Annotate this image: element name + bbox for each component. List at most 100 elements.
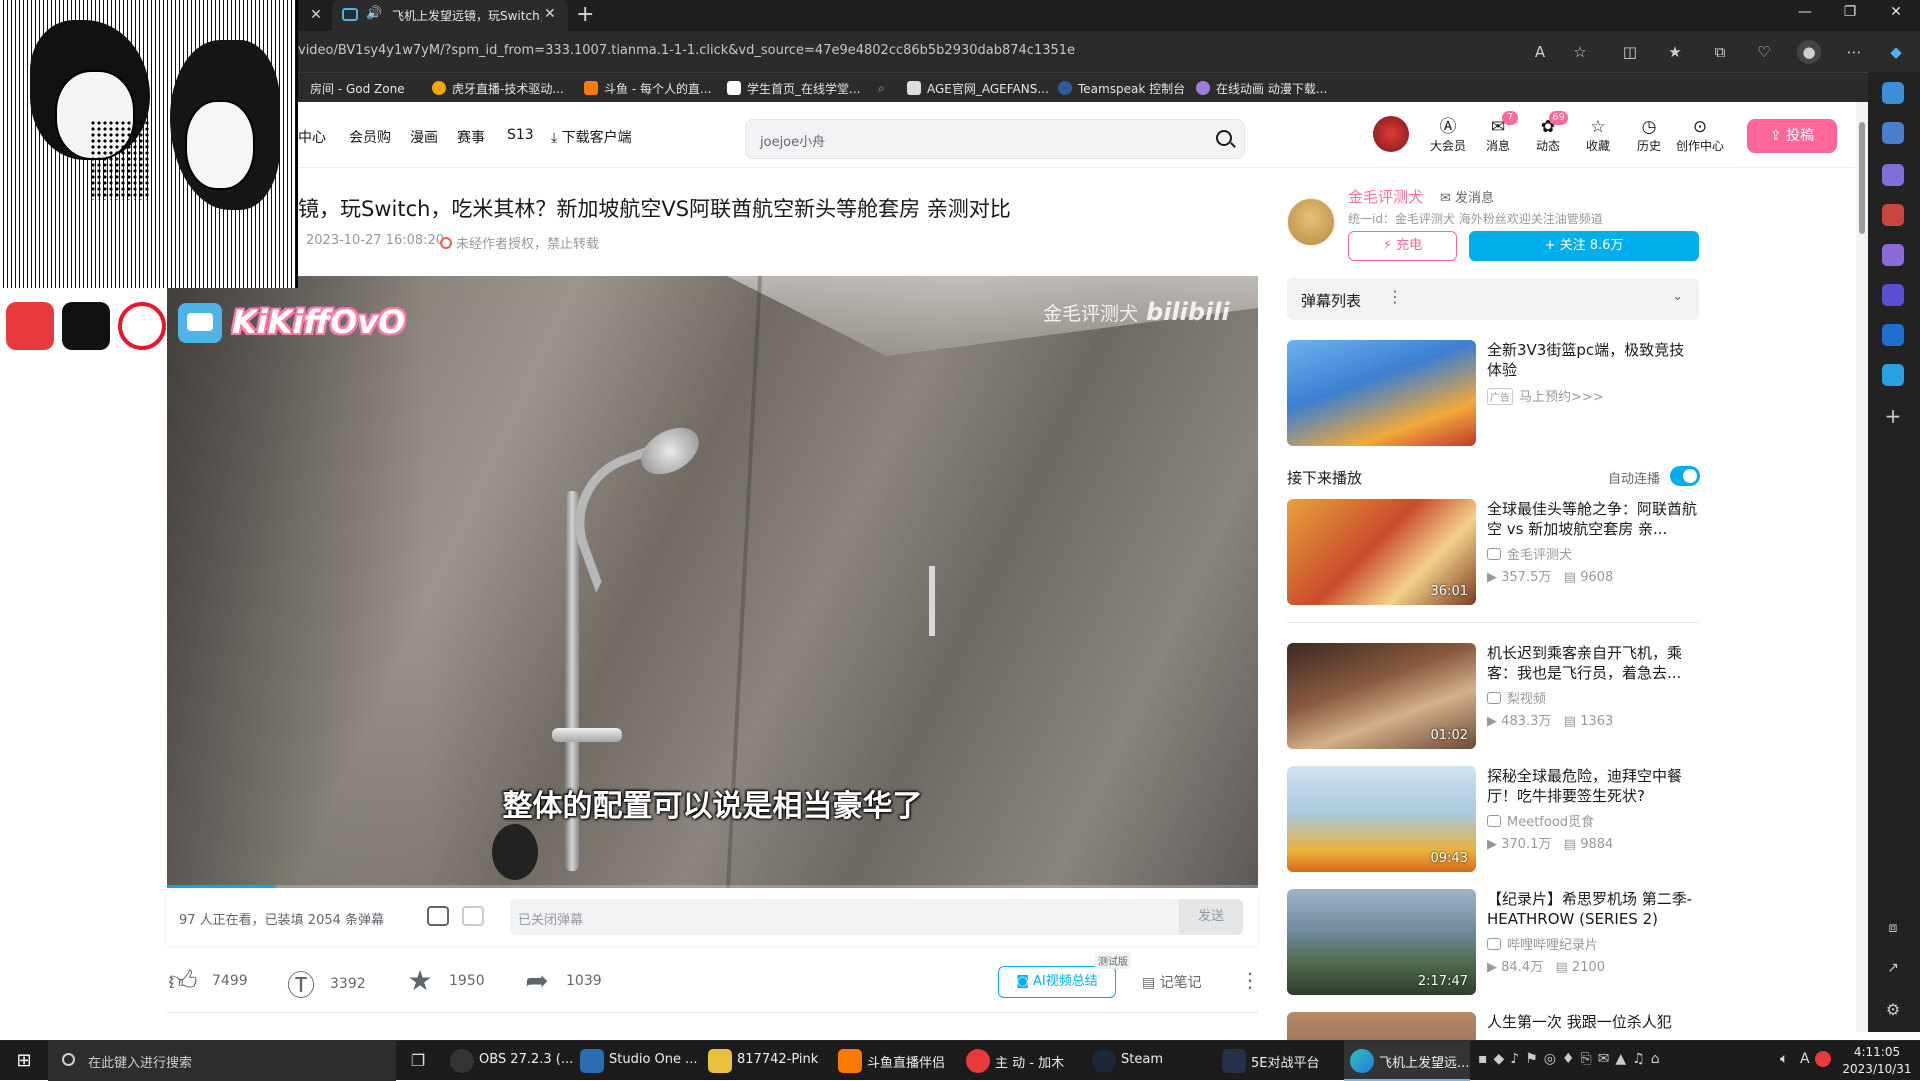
charge-button[interactable]: ⚡ 充电 (1348, 231, 1457, 261)
taskbar-clock[interactable]: 4:11:05 2023/10/31 (1834, 1044, 1920, 1078)
bookmark-search-item[interactable]: ⌕ (878, 79, 885, 97)
ai-summary-button[interactable]: ◙ AI视频总结 (998, 966, 1116, 998)
share-button[interactable]: ➦ 1039 (522, 964, 601, 997)
autoplay-toggle[interactable] (1670, 466, 1700, 486)
close-tab-icon[interactable]: ✕ (306, 5, 326, 25)
search-box[interactable]: joejoe小舟 (745, 119, 1245, 159)
danmaku-settings-icon[interactable] (462, 906, 484, 926)
taskbar-app[interactable]: 飞机上发望远... (1379, 1052, 1469, 1071)
download-client-link[interactable]: ⤓ 下载客户端 (551, 127, 632, 147)
taskbar-app[interactable]: 主 动 - 加木 (995, 1052, 1064, 1071)
collections-icon[interactable]: ⧉ (1708, 40, 1732, 64)
follow-button[interactable]: + 关注 8.6万 (1469, 231, 1699, 261)
favorites-entry[interactable]: ☆ 收藏 (1576, 117, 1620, 154)
user-avatar[interactable] (1373, 116, 1409, 152)
nav-item[interactable]: 中心 (298, 127, 326, 147)
video-author[interactable]: 梨视频 (1487, 688, 1546, 707)
video-thumbnail[interactable]: 09:43 (1287, 766, 1476, 872)
ad-cta[interactable]: 马上预约>>> (1519, 390, 1604, 405)
recommend-card[interactable]: 01:02 机长迟到乘客亲自开飞机，乘客：我也是飞行员，着急去... 梨视频 ▶… (1287, 643, 1699, 751)
gear-icon[interactable]: ⚙ (1882, 1000, 1904, 1022)
note-button[interactable]: ▤ 记笔记 (1142, 972, 1202, 992)
split-screen-icon[interactable]: ◫ (1618, 40, 1642, 64)
dynamics-entry[interactable]: ✿ 动态 69 (1526, 111, 1570, 154)
active-tab[interactable]: 🔊 飞机上发望远镜，玩Switch， ✕ (332, 0, 568, 31)
upload-button[interactable]: ⇪ 投稿 (1747, 119, 1837, 153)
more-actions-icon[interactable]: ⋮ (1240, 968, 1260, 992)
video-author[interactable]: Meetfood觅食 (1487, 811, 1594, 830)
video-title[interactable]: 全球最佳头等舱之争：阿联酋航空 vs 新加坡航空套房 亲... (1487, 499, 1699, 539)
bookmark-item[interactable]: 斗鱼 - 每个人的直... (584, 79, 711, 97)
video-title[interactable]: 探秘全球最危险，迪拜空中餐厅！吃牛排要签生死状? (1487, 766, 1699, 806)
read-aloud-icon[interactable]: A (1528, 40, 1552, 64)
video-title[interactable]: 【纪录片】希思罗机场 第二季-HEATHROW (SERIES 2) (1487, 889, 1699, 929)
danmaku-list-panel[interactable]: 弹幕列表 ⋮ ⌄ (1287, 278, 1699, 320)
coin-button[interactable]: Ⓣ 3392 (286, 964, 366, 1004)
open-external-icon[interactable]: ↗ (1882, 960, 1904, 982)
bookmark-item[interactable]: Teamspeak 控制台 (1058, 79, 1185, 97)
new-tab-button[interactable]: + (576, 2, 594, 27)
danmaku-input[interactable]: 已关闭弹幕 发送 (510, 899, 1243, 935)
input-method-icon[interactable]: A (1800, 1051, 1810, 1067)
video-author[interactable]: 哔哩哔哩纪录片 (1487, 934, 1598, 953)
browser-essentials-icon[interactable]: ♡ (1752, 40, 1776, 64)
messages-entry[interactable]: ✉ 消息 7 (1476, 111, 1520, 154)
nav-item[interactable]: 会员购 (349, 127, 391, 147)
send-icon[interactable] (1882, 364, 1904, 386)
system-tray-icons[interactable]: ▪◆♪⚑◎♦⎘✉▲♫⌂ (1478, 1051, 1666, 1067)
taskbar-app[interactable]: Studio One ... (609, 1052, 698, 1067)
maximize-button[interactable]: ❐ (1830, 4, 1870, 20)
video-thumbnail[interactable]: 01:02 (1287, 643, 1476, 749)
taskbar-app[interactable]: 817742-Pink (737, 1052, 818, 1067)
profile-avatar-icon[interactable]: ● (1797, 40, 1821, 64)
taskbar-app[interactable]: OBS 27.2.3 (... (479, 1052, 573, 1067)
minimize-button[interactable]: — (1785, 4, 1825, 20)
close-tab-icon[interactable]: ✕ (544, 6, 556, 22)
outlook-icon[interactable] (1882, 324, 1904, 346)
recommend-card[interactable]: 2:17:47 【纪录片】希思罗机场 第二季-HEATHROW (SERIES … (1287, 889, 1699, 997)
video-thumbnail[interactable]: 36:01 (1287, 499, 1476, 605)
danmaku-toggle-icon[interactable] (427, 906, 449, 926)
uploader-name[interactable]: 金毛评测犬 (1348, 186, 1423, 207)
uploader-avatar[interactable] (1287, 198, 1335, 246)
ad-title[interactable]: 全新3V3街篮pc端，极致竞技体验 (1487, 340, 1699, 380)
history-entry[interactable]: ◷ 历史 (1627, 117, 1671, 154)
antivirus-icon[interactable] (1815, 1051, 1831, 1067)
nav-item[interactable]: 赛事 (457, 127, 485, 147)
bookmark-item[interactable]: AGE官网_AGEFANS... (907, 79, 1049, 97)
taskbar-app[interactable]: 5E对战平台 (1251, 1052, 1320, 1071)
more-menu-icon[interactable]: ⋯ (1842, 40, 1866, 64)
close-window-button[interactable]: ✕ (1876, 4, 1916, 20)
bell-icon[interactable] (1882, 82, 1904, 104)
bookmark-item[interactable]: 学生首页_在线学堂... (727, 79, 860, 97)
recommend-card[interactable]: 36:01 全球最佳头等舱之争：阿联酋航空 vs 新加坡航空套房 亲... 金毛… (1287, 499, 1699, 607)
scrollbar-thumb[interactable] (1859, 122, 1865, 234)
video-title[interactable]: 机长迟到乘客亲自开飞机，乘客：我也是飞行员，着急去... (1487, 643, 1699, 683)
task-view-icon[interactable]: ❐ (406, 1049, 430, 1073)
games-icon[interactable] (1882, 244, 1904, 266)
copilot-sidebar-icon[interactable] (1882, 284, 1904, 306)
ad-card[interactable]: 全新3V3街篮pc端，极致竞技体验 广告 马上预约>>> (1287, 340, 1699, 448)
chevron-down-icon[interactable]: ⌄ (1672, 289, 1683, 304)
taskbar-app[interactable]: 斗鱼直播伴侣 (867, 1052, 945, 1071)
bookmark-item[interactable]: 在线动画 动漫下载... (1196, 79, 1327, 97)
search-input[interactable]: joejoe小舟 (760, 131, 825, 150)
video-title[interactable]: 人生第一次 我跟一位杀人犯 (1487, 1012, 1699, 1032)
volume-icon[interactable]: 🔈︎ (1780, 1051, 1788, 1067)
windows-start-icon[interactable]: ⊞ (12, 1049, 36, 1073)
vip-entry[interactable]: Ⓐ 大会员 (1426, 117, 1470, 154)
like-button[interactable]: 👍︎ 7499 (168, 964, 247, 998)
favorites-icon[interactable]: ★ (1663, 40, 1687, 64)
kebab-menu-icon[interactable]: ⋮ (1387, 287, 1403, 306)
recommend-card[interactable]: 人生第一次 我跟一位杀人犯 (1287, 1012, 1699, 1040)
favorite-star-icon[interactable]: ☆ (1568, 40, 1592, 64)
video-author[interactable]: 金毛评测犬 (1487, 544, 1572, 563)
bookmark-item[interactable]: 虎牙直播-技术驱动... (432, 79, 564, 97)
url-field[interactable]: video/BV1sy4y1w7yM/?spm_id_from=333.1007… (298, 43, 1075, 58)
ad-thumbnail[interactable] (1287, 340, 1476, 446)
recommend-card[interactable]: 09:43 探秘全球最危险，迪拜空中餐厅！吃牛排要签生死状? Meetfood觅… (1287, 766, 1699, 874)
speaker-icon[interactable]: 🔊 (366, 6, 382, 21)
nav-item[interactable]: S13 (507, 127, 534, 143)
search-icon[interactable] (1216, 130, 1232, 146)
send-button[interactable]: 发送 (1179, 899, 1243, 935)
